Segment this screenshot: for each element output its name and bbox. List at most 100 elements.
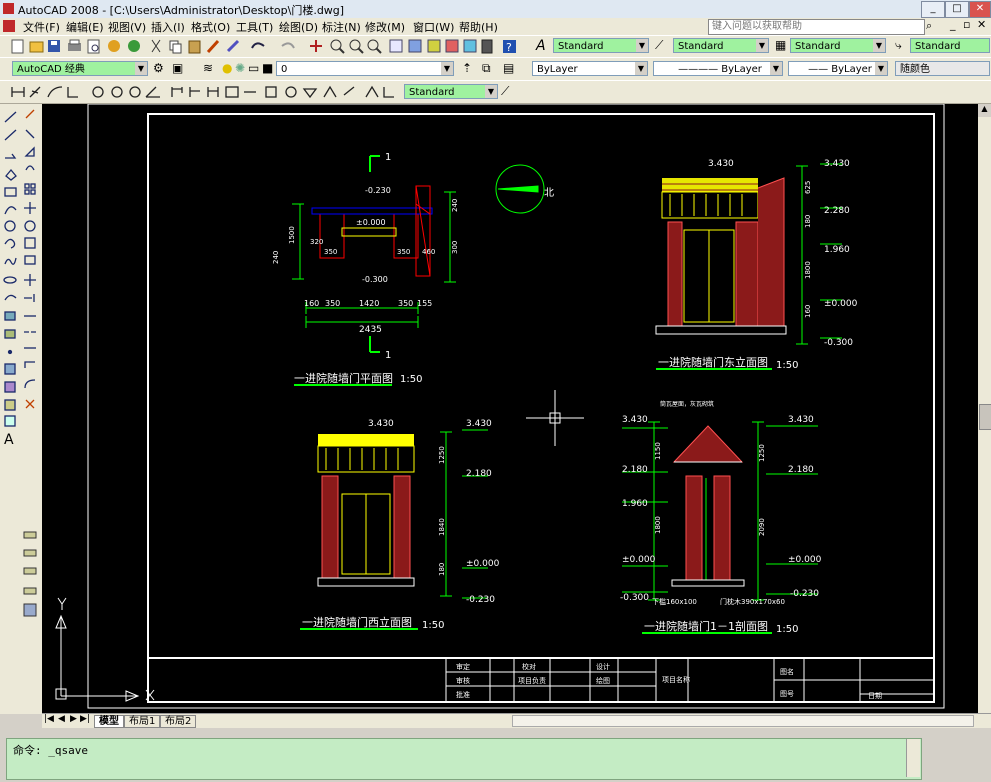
drawing-svg[interactable]: 1 1 2435 160 350 1420 350 155 -0.230 ±0.… <box>42 103 978 713</box>
tab-layout2[interactable]: 布局2 <box>160 715 197 728</box>
svg-text:625: 625 <box>804 181 812 194</box>
menu-window[interactable]: 窗口(W) <box>410 19 457 35</box>
doc-close-button[interactable]: ✕ <box>977 18 986 31</box>
minimize-button[interactable]: _ <box>921 1 945 18</box>
draworder-back-icon <box>23 549 37 557</box>
color-combo[interactable]: ByLayer ▼ <box>532 61 648 76</box>
svg-text:180: 180 <box>438 563 446 576</box>
menu-modify[interactable]: 修改(M) <box>362 19 408 35</box>
svg-text:1250: 1250 <box>758 444 766 462</box>
plan-door <box>341 227 397 237</box>
menu-edit[interactable]: 编辑(E) <box>63 19 107 35</box>
svg-text:1250: 1250 <box>438 446 446 464</box>
plan-title: 一进院随墙门平面图 <box>294 371 393 385</box>
menu-dimension[interactable]: 标注(N) <box>319 19 364 35</box>
dim-style-manager-icon[interactable]: ⟋ <box>501 84 509 99</box>
radius-icon <box>92 86 104 98</box>
layer-freeze-icon[interactable]: ✺ <box>235 61 245 75</box>
my-workspace-icon[interactable]: ▣ <box>172 61 183 75</box>
east-title: 一进院随墙门东立面图 <box>658 355 768 369</box>
tab-layout1[interactable]: 布局1 <box>124 715 161 728</box>
chevron-down-icon: ▼ <box>873 39 885 52</box>
layer-lock-icon[interactable]: ▭ <box>248 61 259 75</box>
workspace-settings-icon[interactable]: ⚙ <box>153 61 164 75</box>
outer-frame <box>87 103 945 709</box>
menu-format[interactable]: 格式(O) <box>188 19 233 35</box>
fillet-icon <box>24 379 36 389</box>
menu-draw[interactable]: 绘图(D) <box>276 19 321 35</box>
help-search-input[interactable]: 键入问题以获取帮助 <box>708 19 925 35</box>
layer-state-icon[interactable]: ▤ <box>503 61 514 75</box>
command-line[interactable]: 命令: _qsave <box>6 738 922 780</box>
svg-text:-0.230: -0.230 <box>365 186 391 195</box>
document-icon[interactable] <box>3 20 15 32</box>
svg-text:±0.000: ±0.000 <box>622 555 656 565</box>
revcloud-icon <box>4 238 16 249</box>
tab-model[interactable]: 模型 <box>94 715 124 728</box>
layer-properties-icon[interactable]: ≋ <box>203 61 213 75</box>
help-search-icon[interactable]: ⌕ <box>926 19 932 33</box>
svg-text:审定: 审定 <box>456 662 470 671</box>
linetype-combo[interactable]: ———— ByLayer ▼ <box>653 61 783 76</box>
svg-text:-0.230: -0.230 <box>466 595 495 605</box>
draworder-above-icon <box>23 567 37 575</box>
chevron-down-icon: ▼ <box>636 39 648 52</box>
menu-file[interactable]: 文件(F) <box>20 19 63 35</box>
cursor-crosshair <box>526 390 584 446</box>
polyline-icon <box>5 153 17 159</box>
mleader-style-combo[interactable]: Standard <box>910 38 990 53</box>
east-side-wall <box>757 177 785 327</box>
section-mark-label-top: 1 <box>385 152 391 163</box>
maximize-button[interactable]: □ <box>945 1 969 18</box>
gradient-icon <box>4 381 16 393</box>
autocad-app-icon[interactable] <box>3 3 14 14</box>
svg-text:3.430: 3.430 <box>708 159 734 169</box>
table-style-combo[interactable]: Standard ▼ <box>790 38 886 53</box>
dim-style-combo[interactable]: Standard ▼ <box>673 38 769 53</box>
tab-nav-prev-icon[interactable]: ◀ <box>58 714 65 724</box>
svg-text:项目负责: 项目负责 <box>518 676 546 685</box>
doc-restore-button[interactable]: ▫ <box>963 18 970 31</box>
tab-nav-last-icon[interactable]: ▶| <box>80 714 90 724</box>
drawing-canvas[interactable]: 1 1 2435 160 350 1420 350 155 -0.230 ±0.… <box>42 103 978 713</box>
svg-text:筒瓦屋面，灰瓦砌筑: 筒瓦屋面，灰瓦砌筑 <box>660 400 714 408</box>
scroll-up-arrow[interactable]: ▲ <box>978 104 991 117</box>
doc-minimize-button[interactable]: _ <box>950 18 956 31</box>
redo-icon <box>281 42 295 49</box>
dim-style-control[interactable]: Standard ▼ <box>404 84 498 99</box>
menu-tools[interactable]: 工具(T) <box>233 19 276 35</box>
continue-icon <box>207 87 219 97</box>
west-scale: 1:50 <box>422 620 444 631</box>
north-label: 北 <box>544 187 554 199</box>
svg-text:±0.000: ±0.000 <box>466 559 500 569</box>
svg-text:±0.000: ±0.000 <box>788 555 822 565</box>
command-scrollbar[interactable] <box>906 739 920 777</box>
layer-on-icon[interactable]: ● <box>222 61 232 75</box>
close-button[interactable]: ✕ <box>969 1 991 18</box>
svg-text:2.180: 2.180 <box>788 465 814 475</box>
menu-insert[interactable]: 插入(I) <box>148 19 188 35</box>
tab-nav-first-icon[interactable]: |◀ <box>44 714 54 724</box>
text-style-combo[interactable]: Standard ▼ <box>553 38 649 53</box>
plan-wall-top <box>311 207 433 215</box>
vertical-scrollbar[interactable]: ▲ <box>978 104 991 713</box>
horizontal-scrollbar[interactable] <box>512 715 974 727</box>
layer-combo[interactable]: 0 ▼ <box>276 61 454 76</box>
plot-style-combo[interactable]: 随颜色 <box>895 61 990 76</box>
trim-icon <box>24 274 36 286</box>
menu-view[interactable]: 视图(V) <box>105 19 149 35</box>
layer-color-icon[interactable]: ■ <box>262 61 273 75</box>
chevron-down-icon: ▼ <box>135 62 147 75</box>
menu-help[interactable]: 帮助(H) <box>456 19 501 35</box>
lineweight-combo[interactable]: —— ByLayer ▼ <box>788 61 888 76</box>
east-pier-left <box>667 221 683 327</box>
section-mark-label-bottom: 1 <box>385 350 391 361</box>
region-icon <box>4 399 16 411</box>
east-scale: 1:50 <box>776 360 798 371</box>
workspace-combo[interactable]: AutoCAD 经典 ▼ <box>12 61 148 76</box>
make-current-icon[interactable]: ⇡ <box>462 61 472 75</box>
layer-previous-icon[interactable]: ⧉ <box>482 61 491 76</box>
scroll-thumb[interactable] <box>979 404 991 430</box>
plan-view: 1 1 2435 160 350 1420 350 155 -0.230 ±0.… <box>272 152 459 386</box>
tab-nav-next-icon[interactable]: ▶ <box>70 714 77 724</box>
